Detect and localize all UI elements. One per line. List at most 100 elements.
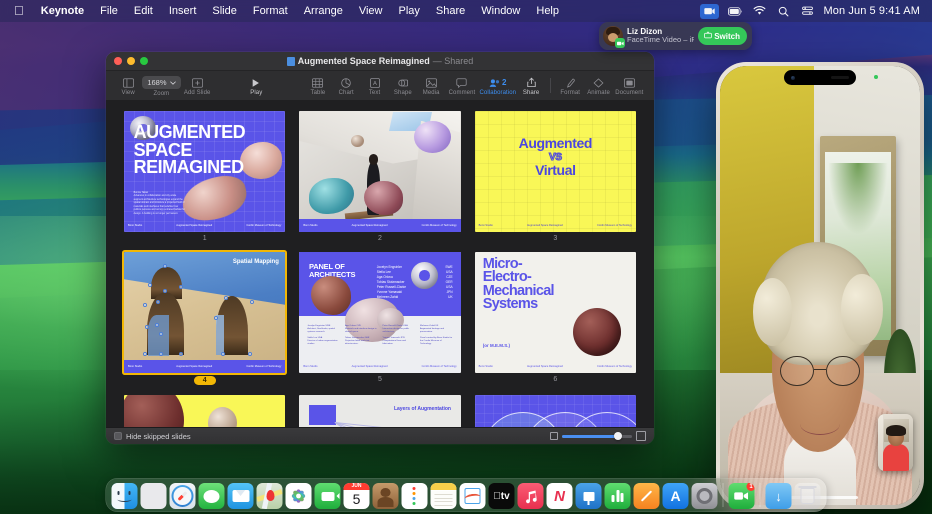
slide-number: 5	[378, 376, 382, 383]
menu-item-format[interactable]: Format	[245, 0, 296, 22]
slide-thumbnail[interactable]: PANEL OF ARCHITECTS Jocelyn Engström Ste…	[299, 252, 460, 373]
control-center-icon[interactable]	[800, 5, 815, 18]
table-button[interactable]: Table	[304, 76, 332, 96]
slide-navigator[interactable]: AUGMENTED SPACE REIMAGINED Bonnie Takao …	[106, 101, 654, 427]
menu-item-slide[interactable]: Slide	[204, 0, 244, 22]
wifi-icon[interactable]	[752, 5, 767, 18]
dock-item-reminders[interactable]	[402, 483, 428, 509]
text-button[interactable]: A Text	[360, 76, 388, 96]
screen-mirroring-icon[interactable]	[700, 4, 719, 19]
dock-item-mail[interactable]	[228, 483, 254, 509]
slide-cell-4[interactable]: Spatial Mapping	[124, 252, 285, 385]
format-button[interactable]: Format	[556, 76, 584, 96]
slide-thumbnail[interactable]: Bonn Studio Augmented Space Reimagined C…	[299, 111, 460, 232]
dock-item-launchpad[interactable]	[141, 483, 167, 509]
keynote-window[interactable]: Augmented Space Reimagined — Shared View…	[106, 52, 654, 444]
zoom-control[interactable]: 168% Zoom	[142, 75, 180, 97]
slide-cell-6[interactable]: Micro- Electro- Mechanical Systems (or M…	[475, 252, 636, 385]
dock-item-notes[interactable]	[431, 483, 457, 509]
slide-cell-7[interactable]: AUGO	[124, 395, 285, 427]
menu-item-arrange[interactable]: Arrange	[296, 0, 351, 22]
menu-item-file[interactable]: File	[92, 0, 126, 22]
collaboration-button[interactable]: 2 Collaboration	[479, 76, 517, 96]
slide-thumbnail[interactable]: Augmented VS Virtual Bonn Studio Augment…	[475, 111, 636, 232]
slide-thumbnail[interactable]: Micro- Electro- Mechanical Systems (or M…	[475, 252, 636, 373]
dock-item-calendar[interactable]: JUN 5	[344, 483, 370, 509]
slide-thumbnail[interactable]: AUGO	[124, 395, 285, 427]
dock-item-numbers[interactable]	[605, 483, 631, 509]
dock-item-facetime[interactable]	[315, 483, 341, 509]
menu-item-edit[interactable]: Edit	[126, 0, 161, 22]
slide-cell-3[interactable]: Augmented VS Virtual Bonn Studio Augment…	[475, 111, 636, 242]
small-thumbnail-icon[interactable]	[550, 432, 558, 440]
dock-item-music[interactable]	[518, 483, 544, 509]
menu-bar-left:  Keynote File Edit Insert Slide Format …	[8, 0, 567, 22]
shape-button[interactable]: Shape	[389, 76, 417, 96]
slide-decor-sphere	[573, 308, 621, 356]
iphone-device[interactable]	[716, 62, 924, 509]
slide-thumbnail[interactable]: Spatial Mapping	[124, 252, 285, 373]
slide-cell-5[interactable]: PANEL OF ARCHITECTS Jocelyn Engström Ste…	[299, 252, 460, 385]
dock-item-app-store[interactable]: A	[663, 483, 689, 509]
dock-item-safari[interactable]	[170, 483, 196, 509]
slide-cell-9[interactable]: PHYSICAL AUGMENTED VIRTUAL	[475, 395, 636, 427]
thumbnail-size-slider[interactable]	[562, 435, 632, 438]
iphone-screen[interactable]	[720, 66, 920, 505]
dock-item-facetime-active[interactable]: 1	[729, 483, 755, 509]
dock-item-messages[interactable]	[199, 483, 225, 509]
dock-item-tv[interactable]: tv	[489, 483, 515, 509]
slide-thumbnail[interactable]: PHYSICAL AUGMENTED VIRTUAL	[475, 395, 636, 427]
dock-item-contacts[interactable]	[373, 483, 399, 509]
slide-thumbnail[interactable]: Layers of Augmentation	[299, 395, 460, 427]
front-camera-icon	[791, 76, 795, 80]
chart-button[interactable]: Chart	[332, 76, 360, 96]
large-thumbnail-icon[interactable]	[636, 431, 646, 441]
menu-item-share[interactable]: Share	[428, 0, 473, 22]
dock-item-system-settings[interactable]	[692, 483, 718, 509]
dock-item-photos[interactable]	[286, 483, 312, 509]
menu-item-play[interactable]: Play	[390, 0, 427, 22]
dock-item-maps[interactable]	[257, 483, 283, 509]
menu-bar-clock[interactable]: Mon Jun 5 9:41 AM	[824, 5, 920, 17]
hide-skipped-slides-checkbox[interactable]	[114, 432, 122, 440]
dock-item-keynote[interactable]	[576, 483, 602, 509]
menu-item-keynote[interactable]: Keynote	[33, 0, 92, 22]
window-title-bar[interactable]: Augmented Space Reimagined — Shared	[106, 52, 654, 71]
search-icon[interactable]	[776, 5, 791, 18]
animate-button[interactable]: Animate	[584, 76, 612, 96]
chevron-down-icon	[170, 78, 176, 87]
dock-item-downloads-folder[interactable]: ↓	[766, 483, 792, 509]
switch-button[interactable]: Switch	[698, 27, 747, 45]
apple-menu-icon[interactable]: 	[8, 0, 33, 22]
dock-divider	[760, 483, 761, 507]
maximize-button[interactable]	[140, 57, 148, 65]
dock-item-finder[interactable]	[112, 483, 138, 509]
play-button[interactable]: Play	[242, 76, 270, 96]
slide-cell-1[interactable]: AUGMENTED SPACE REIMAGINED Bonnie Takao …	[124, 111, 285, 242]
shape-icon	[398, 77, 408, 89]
minimize-button[interactable]	[127, 57, 135, 65]
dock-item-pages[interactable]	[634, 483, 660, 509]
dock-item-trash[interactable]	[795, 483, 821, 509]
share-button[interactable]: Share	[517, 76, 545, 96]
view-button[interactable]: View	[114, 76, 142, 96]
media-button[interactable]: Media	[417, 76, 445, 96]
slide-cell-8[interactable]: Layers of Augmentation	[299, 395, 460, 427]
battery-icon[interactable]	[728, 5, 743, 18]
menu-item-window[interactable]: Window	[473, 0, 528, 22]
dock-item-news[interactable]: N	[547, 483, 573, 509]
menu-item-insert[interactable]: Insert	[161, 0, 205, 22]
dock-item-freeform[interactable]	[460, 483, 486, 509]
slide-thumbnail[interactable]: AUGMENTED SPACE REIMAGINED Bonnie Takao …	[124, 111, 285, 232]
menu-item-view[interactable]: View	[351, 0, 391, 22]
facetime-notification-banner[interactable]: Liz Dizon FaceTime Video – iPhone › Swit…	[599, 22, 752, 50]
add-slide-button[interactable]: Add Slide	[181, 76, 214, 96]
close-button[interactable]	[114, 57, 122, 65]
slide-cell-2[interactable]: Bonn Studio Augmented Space Reimagined C…	[299, 111, 460, 242]
comment-button[interactable]: Comment	[445, 76, 478, 96]
document-button[interactable]: Document	[613, 76, 646, 96]
menu-item-help[interactable]: Help	[528, 0, 567, 22]
window-controls	[114, 57, 148, 65]
zoom-value-pill[interactable]: 168%	[142, 76, 180, 89]
self-view-pip[interactable]	[878, 414, 913, 471]
